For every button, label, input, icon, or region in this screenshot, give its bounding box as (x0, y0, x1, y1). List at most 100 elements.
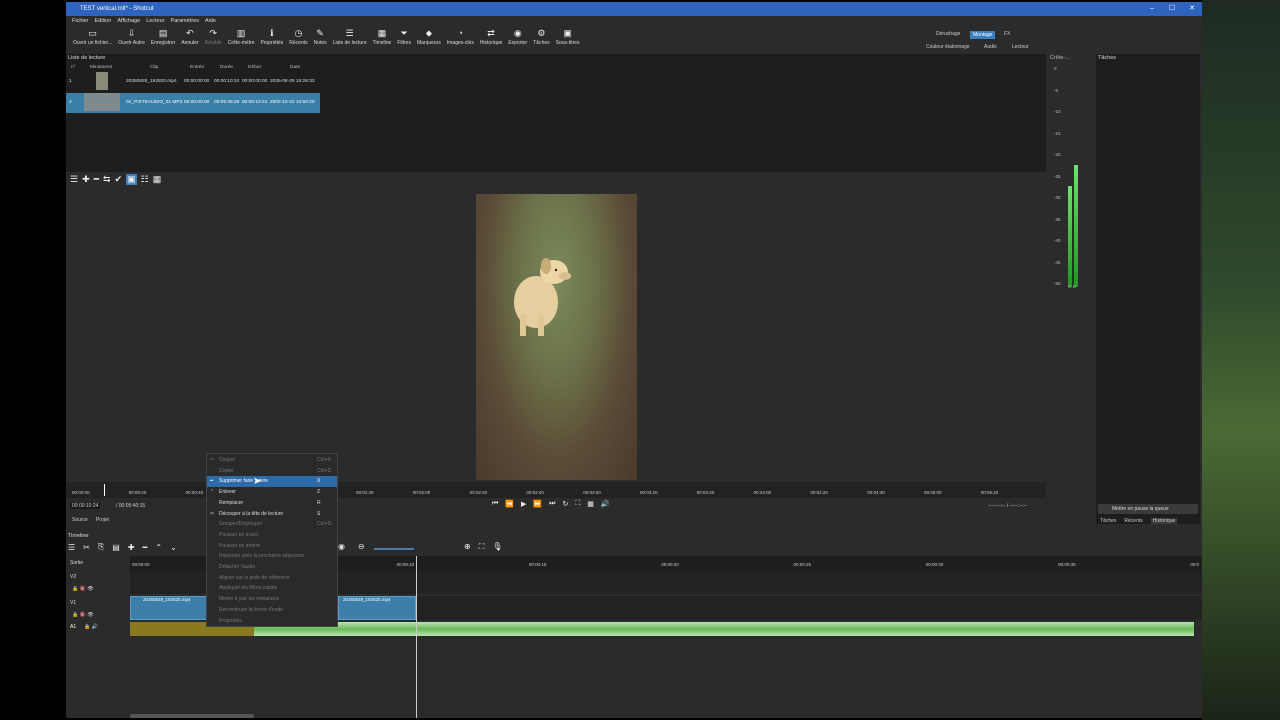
lock-icon-v1[interactable]: 🔒 🔇 👁 (72, 612, 94, 618)
playlist-col-entree[interactable]: Entrée (190, 65, 204, 70)
toolbar-historique-button[interactable]: ⇄ Historique (477, 26, 506, 46)
close-icon[interactable]: ✕ (1182, 2, 1202, 16)
playlist-col-duree[interactable]: Durée (220, 65, 233, 70)
toolbar-proprietes-button[interactable]: ℹ Propriétés (257, 26, 286, 46)
volume-icon[interactable]: 🔊 (601, 500, 610, 508)
append-icon[interactable]: ✚ (128, 543, 135, 552)
menu-item-enlever[interactable]: ⌃ Enlever Z (207, 487, 337, 498)
cut-icon[interactable]: ✂ (83, 543, 90, 552)
check-icon[interactable]: ✔ (115, 174, 123, 185)
menu-icon[interactable]: ☰ (70, 174, 78, 185)
ripple-delete-icon[interactable]: ━ (143, 543, 148, 552)
menu-parametres[interactable]: Paramètres (171, 16, 199, 26)
play-icon[interactable]: ▶ (521, 500, 526, 508)
menu-item-shortcut: Ctrl+X (317, 457, 332, 463)
add-icon[interactable]: ✚ (82, 174, 90, 185)
menu-aide[interactable]: Aide (205, 16, 216, 26)
zoom-icon[interactable]: ⛶ (575, 500, 580, 508)
ripple-icon[interactable]: ◉ (338, 542, 345, 551)
toolbar-marqueurs-button[interactable]: ⬥ Marqueurs (414, 26, 444, 46)
skip-start-icon[interactable]: ⏮ (492, 500, 498, 508)
skip-end-icon[interactable]: ⏭ (549, 500, 555, 508)
menu-affichage[interactable]: Affichage (117, 16, 140, 26)
scrubber-playhead[interactable] (104, 484, 105, 496)
info-icon: ℹ (270, 28, 274, 38)
list-view-icon[interactable]: ☷ (141, 174, 149, 185)
toolbar-retablir-button[interactable]: ↷ Rétablir (202, 26, 225, 46)
zoom-out-icon[interactable]: ⊖ (358, 542, 365, 551)
loop-icon[interactable]: ↻ (562, 500, 568, 508)
overwrite-icon[interactable]: ⌄ (170, 543, 177, 552)
paste-icon[interactable]: ▤ (112, 543, 120, 552)
menu-edition[interactable]: Edition (95, 16, 112, 26)
menu-item-decouper-a-la-tete-de-lecture[interactable]: ✂ Découper à la tête de lecture S (207, 509, 337, 520)
pause-queue-button[interactable]: Mettre en pause la queue (1098, 504, 1198, 514)
menu-fichier[interactable]: Fichier (72, 16, 89, 26)
toolbar-filtres-button[interactable]: ⏷ Filtres (394, 26, 414, 46)
playlist-col-n[interactable]: n° (71, 65, 76, 70)
toolbar-taches-button[interactable]: ⚙ Tâches (530, 26, 552, 46)
grid-icon[interactable]: ▦ (587, 500, 594, 508)
mode-lecteur[interactable]: Lecteur (1012, 44, 1029, 50)
timeline-playhead[interactable] (416, 556, 417, 718)
maximize-icon[interactable]: ☐ (1162, 2, 1182, 16)
tab-recents[interactable]: Récents (1124, 518, 1142, 524)
toolbar-images-cles-button[interactable]: ◔ Images-clés (444, 26, 477, 46)
tab-source[interactable]: Source (72, 517, 88, 523)
timeline-menu-icon[interactable]: ☰ (68, 543, 75, 552)
mode-fx[interactable]: FX (1004, 31, 1010, 37)
mode-audio[interactable]: Audio (984, 44, 997, 50)
meter-scale-label: -50 (1054, 281, 1061, 286)
zoom-slider[interactable] (374, 548, 414, 550)
toolbar-recents-button[interactable]: ◷ Récents (286, 26, 310, 46)
playlist-row[interactable]: 2 01_PISTEAUDIO_01.MP3 00:00:00:00 00:05:35… (66, 93, 320, 113)
fast-forward-icon[interactable]: ⏩ (533, 500, 542, 508)
playlist-col-miniatures[interactable]: Miniatures (90, 65, 112, 70)
timecode-field[interactable]: 00:00:10:24 (70, 503, 101, 509)
tab-historique[interactable]: Historique (1150, 518, 1178, 524)
scrubber-tick: 00:02:40 (526, 490, 544, 495)
playlist-row[interactable]: 1 20250828_192820.mp4 00:00:00:00 00:00:10:… (66, 72, 320, 92)
toolbar-notes-button[interactable]: ✎ Notes (311, 26, 330, 46)
mode-derushage[interactable]: Dérushage (936, 31, 960, 37)
toolbar-crete-metre-button[interactable]: ▥ Crête-mètre (225, 26, 258, 46)
meter-scale-label: -40 (1054, 238, 1061, 243)
copy-icon[interactable]: ⎘ (98, 542, 104, 552)
playlist-col-debut[interactable]: Début (248, 65, 261, 70)
playlist-col-clip[interactable]: Clip (150, 65, 158, 70)
toolbar-enregistrer-button[interactable]: ▤ Enregistrer (148, 26, 178, 46)
record-audio-icon[interactable]: 🎙 (492, 542, 502, 552)
toolbar-exporter-button[interactable]: ◉ Exporter (505, 26, 530, 46)
toolbar-annuler-button[interactable]: ↶ Annuler (178, 26, 201, 46)
toolbar-timeline-button[interactable]: ▦ Timeline (370, 26, 395, 46)
lift-icon[interactable]: ⌃ (155, 543, 162, 552)
zoom-fit-icon[interactable]: ⛶ (479, 542, 485, 552)
tab-taches[interactable]: Tâches (1100, 518, 1116, 524)
playlist-col-date[interactable]: Date (290, 65, 300, 70)
menu-item-supprimer-faire-suivre[interactable]: ━ Supprimer faire suivre X (207, 476, 337, 487)
tab-projet[interactable]: Projet (96, 517, 109, 523)
toolbar-liste-de-lecture-button[interactable]: ☰ Liste de lecture (330, 26, 370, 46)
toolbar-ouvrir-un-fichier-button[interactable]: ▭ Ouvrir un fichier... (70, 26, 115, 46)
horizontal-scrollbar[interactable] (130, 714, 254, 718)
mode-couleur-etalonnage[interactable]: Couleur étalonnage (926, 44, 970, 50)
update-icon[interactable]: ⇆ (103, 174, 111, 185)
menu-item-remplacer[interactable]: Remplacer R (207, 498, 337, 509)
menu-lecteur[interactable]: Lecteur (146, 16, 164, 26)
tasks-title: Tâches (1098, 55, 1117, 61)
audio-clip[interactable] (254, 622, 1194, 636)
menu-item-label: Rejoindre avec la prochaine séquence (219, 553, 305, 560)
clip-v1-right[interactable]: 20250828_192820.mp4 (338, 596, 416, 620)
mode-montage[interactable]: Montage (970, 31, 996, 39)
remove-icon[interactable]: ━ (94, 174, 99, 185)
toolbar-ouvrir-autre-button[interactable]: ⇩ Ouvrir Autre (115, 26, 148, 46)
tiles-view-icon[interactable]: ▣ (126, 173, 137, 185)
grid-view-icon[interactable]: ▦ (153, 174, 162, 185)
lock-icon-a1[interactable]: 🔒 🔊 (84, 624, 98, 630)
ruler-tick: 00:0 (1190, 562, 1200, 567)
rewind-icon[interactable]: ⏪ (505, 500, 514, 508)
minimize-icon[interactable]: – (1142, 2, 1162, 16)
zoom-in-icon[interactable]: ⊕ (464, 542, 471, 552)
lock-icon[interactable]: 🔒 🔇 👁 (72, 586, 94, 592)
toolbar-sous-titres-button[interactable]: ▣ Sous-titres (553, 26, 583, 46)
